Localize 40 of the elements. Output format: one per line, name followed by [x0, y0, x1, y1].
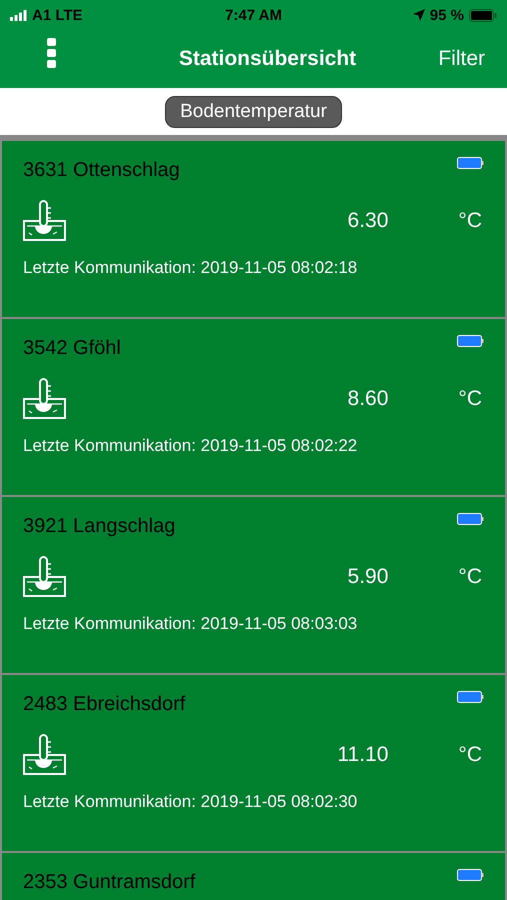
station-name: 3921 Langschlag	[23, 515, 176, 538]
temperature-value: 11.10	[337, 743, 388, 767]
temperature-unit: °C	[458, 565, 482, 589]
signal-icon	[10, 10, 27, 20]
station-card[interactable]: 3631 Ottenschlag 6.30 °C Letzte Kommunikation: 2019-11-05 08:02:18	[2, 141, 505, 317]
battery-icon	[457, 335, 484, 347]
battery-icon	[457, 869, 484, 881]
temperature-value: 6.30	[348, 209, 388, 233]
soil-thermometer-icon	[23, 556, 67, 598]
last-communication: Letzte Kommunikation: 2019-11-05 08:02:18	[23, 258, 358, 278]
temperature-unit: °C	[458, 209, 482, 233]
temperature-unit: °C	[458, 743, 482, 767]
station-name: 3542 Gföhl	[23, 337, 121, 360]
category-chip[interactable]: Bodentemperatur	[165, 96, 342, 128]
last-communication: Letzte Kommunikation: 2019-11-05 08:02:22	[23, 436, 358, 456]
station-card[interactable]: 3542 Gföhl 8.60 °C Letzte Kommunikation: 2019-11-05 08:02:22	[2, 319, 505, 495]
clock-time: 7:47 AM	[225, 6, 282, 24]
station-card[interactable]: 3921 Langschlag 5.90 °C Letzte Kommunikation: 2019-11-05 08:03:03	[2, 497, 505, 673]
battery-percent: 95 %	[430, 6, 464, 24]
screen-title: Stationsübersicht	[178, 47, 356, 71]
battery-icon	[457, 691, 484, 703]
station-card[interactable]: 2483 Ebreichsdorf 11.10 °C Letzte Kommunikation: 2019-11-05 08:02:30	[2, 675, 505, 851]
battery-icon	[457, 513, 484, 525]
location-arrow-icon	[412, 9, 425, 21]
soil-thermometer-icon	[23, 734, 67, 776]
station-card[interactable]: 2353 Guntramsdorf	[2, 853, 505, 900]
soil-thermometer-icon	[23, 378, 67, 420]
station-name: 3631 Ottenschlag	[23, 159, 180, 182]
soil-thermometer-icon	[23, 200, 67, 242]
station-name: 2483 Ebreichsdorf	[23, 693, 186, 716]
battery-icon	[457, 157, 484, 169]
temperature-value: 8.60	[348, 387, 388, 411]
filter-button[interactable]: Filter	[425, 47, 485, 71]
temperature-unit: °C	[458, 387, 482, 411]
station-name: 2353 Guntramsdorf	[23, 871, 196, 894]
battery-icon	[469, 8, 497, 22]
carrier-label: A1 LTE	[32, 6, 83, 24]
last-communication: Letzte Kommunikation: 2019-11-05 08:03:03	[23, 614, 358, 634]
temperature-value: 5.90	[348, 565, 388, 589]
last-communication: Letzte Kommunikation: 2019-11-05 08:02:30	[23, 792, 358, 812]
